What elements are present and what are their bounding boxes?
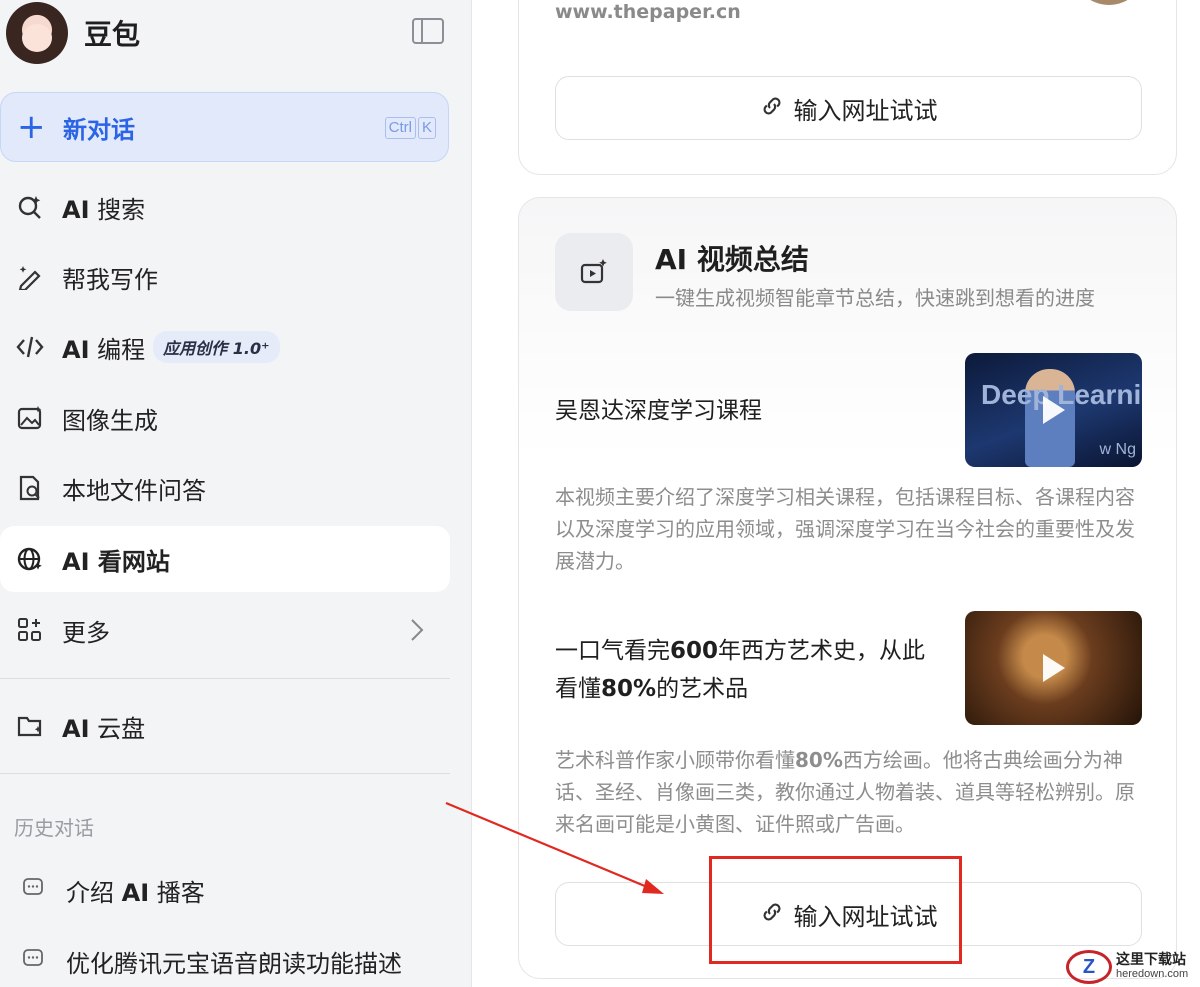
nav-label: 编程 (89, 335, 146, 364)
try-url-button[interactable]: 输入网址试试 (555, 76, 1142, 140)
shortcut-key: K (417, 117, 436, 139)
sidebar-toggle-icon[interactable] (412, 18, 444, 44)
code-icon (16, 333, 44, 361)
annotation-highlight-box (709, 856, 962, 964)
nav-label: 搜索 (89, 195, 146, 224)
history-label: 播客 (149, 878, 205, 907)
try-url-label: 输入网址试试 (793, 96, 938, 125)
sidebar-item-ai-coding[interactable]: AI 编程 应用创作 1.0⁺ (0, 314, 450, 380)
sidebar-item-more[interactable]: 更多 (0, 597, 450, 663)
title-part: 80% (601, 676, 657, 702)
thumbnail-text: w Ng (1099, 441, 1136, 458)
avatar (6, 2, 68, 64)
sidebar-item-ai-web[interactable]: AI 看网站 (0, 526, 450, 592)
brand[interactable]: 豆包 (6, 2, 140, 64)
video-sparkle-icon (555, 233, 633, 311)
cloud-folder-icon (16, 712, 44, 740)
history-item[interactable]: 优化腾讯元宝语音朗读功能描述 (22, 938, 462, 984)
watermark-logo: Z (1066, 950, 1112, 984)
new-chat-button[interactable]: + 新对话 Ctrl K (0, 92, 449, 162)
site-watermark: Z 这里下载站 heredown.com (1066, 950, 1188, 984)
sidebar: 豆包 + 新对话 Ctrl K AI 搜索 帮我写作 AI 编程 应用创作 1.… (0, 0, 472, 987)
desc-part: 艺术科普作家小顾带你看懂 (555, 748, 795, 772)
apps-grid-icon (16, 616, 44, 644)
title-part: 600 (670, 638, 719, 664)
sidebar-item-file-qa[interactable]: 本地文件问答 (0, 455, 450, 521)
nav-label: 本地文件问答 (62, 476, 206, 505)
video-title[interactable]: 一口气看完600年西方艺术史，从此看懂80%的艺术品 (555, 632, 935, 708)
divider (0, 678, 450, 679)
plus-icon: + (17, 107, 46, 147)
play-icon (1042, 654, 1065, 682)
desc-part: 80% (795, 748, 843, 772)
history-section-title: 历史对话 (14, 816, 94, 840)
image-gen-icon (16, 404, 44, 432)
shortcut-hint: Ctrl K (384, 117, 436, 139)
watermark-url: heredown.com (1116, 968, 1189, 980)
video-thumbnail[interactable] (965, 611, 1142, 725)
sidebar-item-writing[interactable]: 帮我写作 (0, 244, 450, 310)
file-qa-icon (16, 474, 44, 502)
play-icon (1042, 396, 1065, 424)
globe-sparkle-icon (16, 545, 44, 573)
video-thumbnail[interactable]: Deep Learni w Ng (965, 353, 1142, 467)
main-content: www.thepaper.cn 输入网址试试 AI 视频总结 一键生成视频智能章… (472, 0, 1200, 987)
history-label-bold: AI (121, 878, 150, 907)
nav-label-prefix: AI (62, 195, 90, 224)
title-part: 一口气看完 (555, 638, 670, 664)
shortcut-key: Ctrl (384, 117, 416, 139)
pen-sparkle-icon (16, 263, 44, 291)
app-creation-badge: 应用创作 1.0⁺ (153, 331, 280, 363)
watermark-text: 这里下载站 (1116, 952, 1186, 968)
source-url: www.thepaper.cn (555, 1, 741, 23)
nav-label: 图像生成 (62, 406, 158, 435)
nav-label-prefix: AI (62, 547, 90, 576)
ai-search-icon (16, 193, 44, 221)
nav-label-prefix: AI (62, 714, 90, 743)
feature-subtitle: 一键生成视频智能章节总结，快速跳到想看的进度 (655, 286, 1095, 310)
link-icon (760, 94, 784, 122)
nav-label: 云盘 (89, 714, 146, 743)
video-description: 艺术科普作家小顾带你看懂80%西方绘画。他将古典绘画分为神话、圣经、肖像画三类，… (555, 744, 1145, 840)
nav-label: 更多 (62, 618, 110, 647)
history-item[interactable]: 介绍 AI 播客 (22, 867, 462, 913)
nav-label: 帮我写作 (62, 265, 158, 294)
brand-name: 豆包 (84, 18, 141, 51)
title-part: 的艺术品 (656, 676, 749, 702)
video-description: 本视频主要介绍了深度学习相关课程，包括课程目标、各课程内容以及深度学习的应用领域… (555, 485, 1135, 573)
feature-title: AI 视频总结 (655, 243, 809, 276)
divider (0, 773, 450, 774)
history-label: 介绍 (66, 878, 122, 907)
new-chat-label: 新对话 (63, 115, 135, 144)
card-thumbnail (1072, 0, 1146, 5)
chevron-right-icon (410, 618, 424, 646)
nav-label-prefix: AI (62, 335, 90, 364)
chat-bubble-icon (22, 948, 44, 974)
chat-bubble-icon (22, 877, 44, 903)
website-card: www.thepaper.cn 输入网址试试 (518, 0, 1177, 175)
sidebar-item-ai-search[interactable]: AI 搜索 (0, 174, 450, 240)
history-label: 优化腾讯元宝语音朗读功能描述 (66, 949, 402, 978)
nav-label: 看网站 (89, 547, 170, 576)
sidebar-item-image-gen[interactable]: 图像生成 (0, 385, 450, 451)
sidebar-item-ai-cloud[interactable]: AI 云盘 (0, 693, 450, 759)
video-title[interactable]: 吴恩达深度学习课程 (555, 392, 935, 430)
